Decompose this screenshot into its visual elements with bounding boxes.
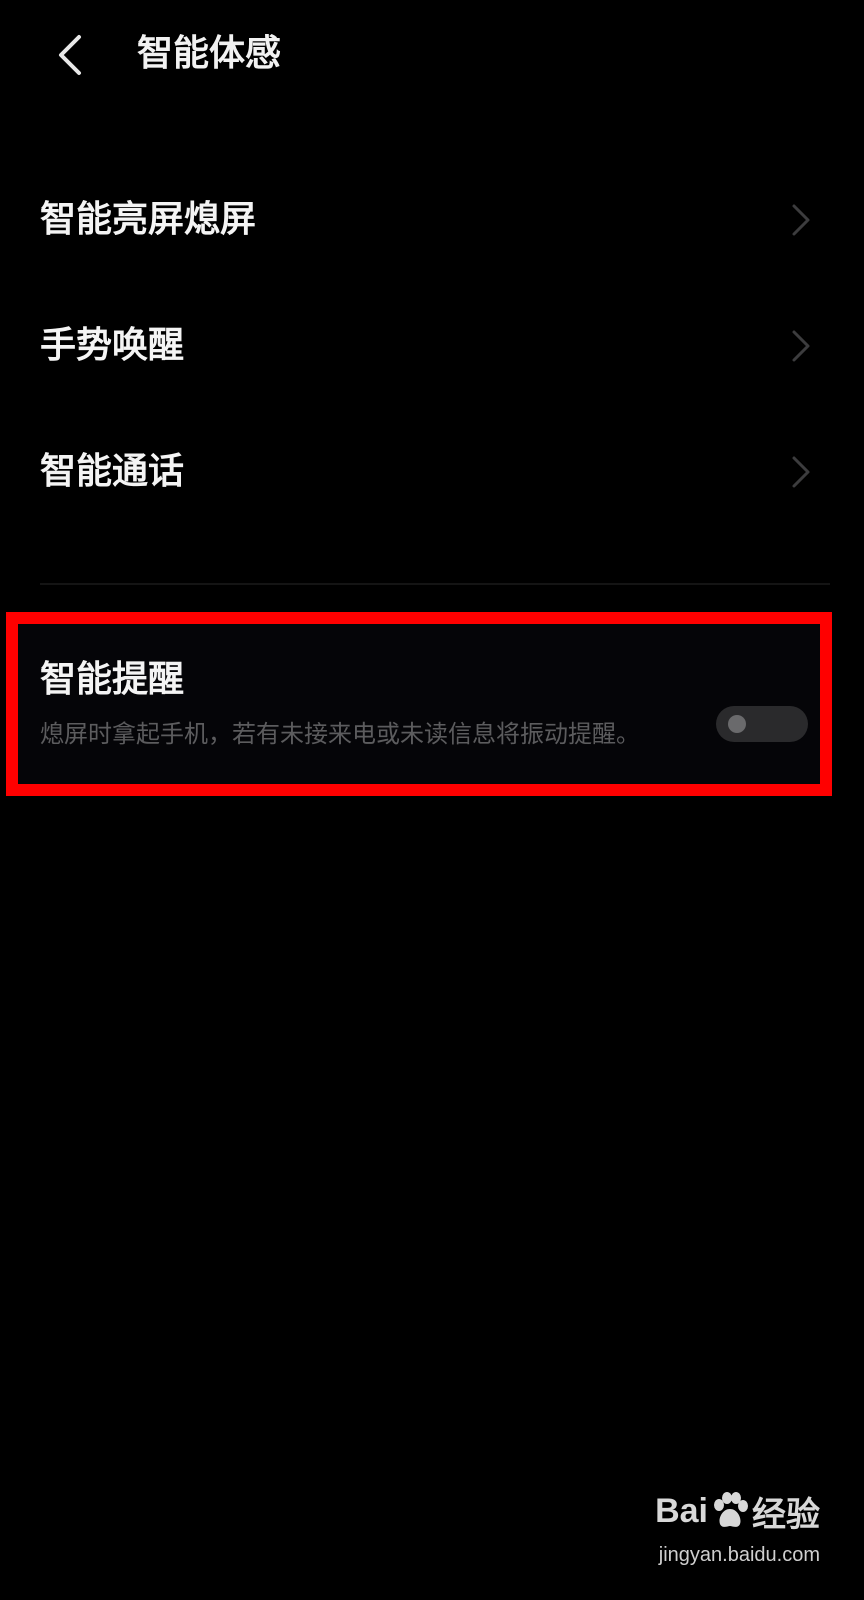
watermark-logo: Bai 经验 [655, 1486, 820, 1536]
section-divider [40, 583, 830, 585]
paw-icon [714, 1492, 748, 1527]
menu-item-label: 智能亮屏熄屏 [40, 199, 257, 240]
top-bar: 智能体感 [0, 0, 864, 110]
menu-item-gesture-wake[interactable]: 手势唤醒 [0, 284, 864, 408]
back-button[interactable] [40, 22, 100, 88]
page-title: 智能体感 [137, 33, 282, 74]
smart-reminder-row[interactable]: 智能提醒 熄屏时拿起手机，若有未接来电或未读信息将振动提醒。 [18, 624, 820, 784]
chevron-right-icon [792, 456, 810, 488]
baidu-jingyan-watermark: Bai 经验 jingyan.baidu.com [650, 1480, 820, 1580]
chevron-left-icon [59, 35, 81, 75]
chevron-right-icon [792, 330, 810, 362]
chevron-right-icon [792, 204, 810, 236]
smart-reminder-toggle[interactable] [716, 706, 808, 742]
menu-item-smart-call[interactable]: 智能通话 [0, 410, 864, 534]
menu-item-smart-screen-on-off[interactable]: 智能亮屏熄屏 [0, 158, 864, 282]
smart-reminder-description: 熄屏时拿起手机，若有未接来电或未读信息将振动提醒。 [40, 720, 640, 748]
menu-item-label: 智能通话 [40, 451, 185, 492]
smart-reminder-title: 智能提醒 [40, 659, 185, 700]
watermark-logo-left: Bai [655, 1491, 708, 1530]
menu-item-label: 手势唤醒 [40, 325, 185, 366]
watermark-url: jingyan.baidu.com [658, 1544, 820, 1566]
toggle-knob [728, 715, 746, 733]
watermark-logo-right: 经验 [752, 1495, 820, 1534]
